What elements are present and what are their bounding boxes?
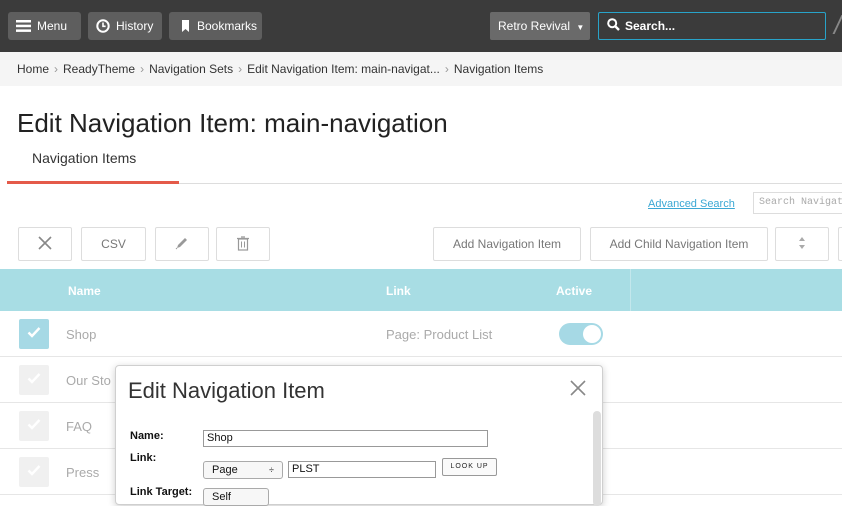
row-link: Page: Product List (386, 327, 493, 342)
csv-button[interactable]: CSV (81, 227, 146, 261)
column-divider (630, 269, 631, 311)
page-title: Edit Navigation Item: main-navigation (17, 108, 448, 138)
row-name: Our Sto (66, 373, 111, 388)
search-icon (607, 18, 620, 34)
check-icon (27, 463, 41, 481)
link-label: Link: (130, 452, 157, 464)
breadcrumb-home[interactable]: Home (17, 62, 49, 76)
breadcrumb-readytheme[interactable]: ReadyTheme (63, 62, 135, 76)
top-bar: Menu History Bookmarks Retro Revival ▼ S… (0, 0, 842, 52)
menu-label: Menu (37, 19, 68, 33)
bookmarks-button[interactable]: Bookmarks (169, 12, 262, 40)
row-name: FAQ (66, 419, 93, 434)
link-target-value: Self (212, 491, 231, 503)
close-icon[interactable] (568, 378, 588, 398)
link-target-label: Link Target: (130, 486, 193, 498)
add-child-navigation-item-label: Add Child Navigation Item (609, 237, 749, 251)
add-child-navigation-item-button[interactable]: Add Child Navigation Item (590, 227, 768, 261)
column-header-link[interactable]: Link (386, 284, 411, 298)
breadcrumb-edit-item[interactable]: Edit Navigation Item: main-navigat... (247, 62, 440, 76)
menu-button[interactable]: Menu (8, 12, 81, 40)
row-checkbox[interactable] (19, 365, 49, 395)
clock-icon (96, 19, 110, 33)
link-type-select[interactable]: Page ÷ (203, 461, 283, 479)
sort-arrows-icon (798, 236, 806, 253)
column-header-name[interactable]: Name (68, 284, 101, 298)
row-checkbox[interactable] (19, 411, 49, 441)
trash-icon (236, 235, 250, 254)
hamburger-icon (16, 20, 31, 32)
row-name: Shop (66, 327, 97, 342)
link-value-input[interactable]: PLST (288, 461, 436, 478)
history-label: History (116, 19, 154, 33)
logo-slash-icon: / (834, 10, 842, 40)
row-name: Press (66, 465, 100, 480)
delete-button[interactable] (18, 227, 72, 261)
overflow-button[interactable] (838, 227, 842, 261)
close-icon (37, 235, 53, 254)
edit-button[interactable] (155, 227, 209, 261)
look-up-button[interactable]: LOOK UP (442, 458, 497, 476)
caret-down-icon: ▼ (576, 23, 585, 32)
search-placeholder: Search... (625, 19, 676, 33)
active-tab-indicator (7, 181, 179, 184)
global-search-input[interactable]: Search... (598, 12, 826, 40)
dialog-title: Edit Navigation Item (128, 378, 325, 403)
tab-navigation-items[interactable]: Navigation Items (32, 150, 136, 166)
column-header-active[interactable]: Active (556, 284, 592, 298)
history-button[interactable]: History (88, 12, 162, 40)
link-target-select[interactable]: Self (203, 488, 269, 506)
advanced-search-link[interactable]: Advanced Search (648, 198, 735, 210)
breadcrumb-separator-icon: › (54, 62, 59, 76)
select-arrows-icon: ÷ (269, 465, 274, 475)
csv-label: CSV (101, 237, 126, 251)
dialog-scrollbar[interactable] (593, 411, 601, 506)
row-checkbox[interactable] (19, 319, 49, 349)
edit-navigation-item-dialog: Edit Navigation Item Name: Shop Link: Pa… (115, 365, 603, 506)
toggle-knob (583, 325, 601, 343)
table-header: Name Link Active (0, 269, 842, 311)
sort-button[interactable] (775, 227, 829, 261)
breadcrumb-navigation-sets[interactable]: Navigation Sets (149, 62, 233, 76)
tab-divider (179, 183, 842, 184)
bookmark-icon (181, 19, 191, 33)
grid-search-input[interactable]: Search Navigatio (753, 192, 842, 214)
trash-button[interactable] (216, 227, 270, 261)
add-navigation-item-button[interactable]: Add Navigation Item (433, 227, 581, 261)
row-checkbox[interactable] (19, 457, 49, 487)
breadcrumb-navigation-items: Navigation Items (453, 62, 544, 76)
add-navigation-item-label: Add Navigation Item (452, 237, 562, 251)
pencil-icon (174, 235, 190, 254)
breadcrumb-separator-icon: › (444, 62, 449, 76)
breadcrumb-separator-icon: › (238, 62, 243, 76)
link-type-value: Page (212, 464, 238, 476)
breadcrumb-separator-icon: › (140, 62, 145, 76)
name-label: Name: (130, 430, 164, 442)
store-select[interactable]: Retro Revival ▼ (490, 12, 590, 40)
check-icon (27, 325, 41, 343)
table-row[interactable]: Shop Page: Product List (0, 311, 842, 357)
breadcrumb: Home › ReadyTheme › Navigation Sets › Edit Nav… (0, 52, 842, 86)
check-icon (27, 371, 41, 389)
store-select-value: Retro Revival (498, 19, 571, 33)
name-input[interactable]: Shop (203, 430, 488, 447)
check-icon (27, 417, 41, 435)
bookmarks-label: Bookmarks (197, 19, 258, 33)
active-toggle[interactable] (559, 323, 603, 345)
